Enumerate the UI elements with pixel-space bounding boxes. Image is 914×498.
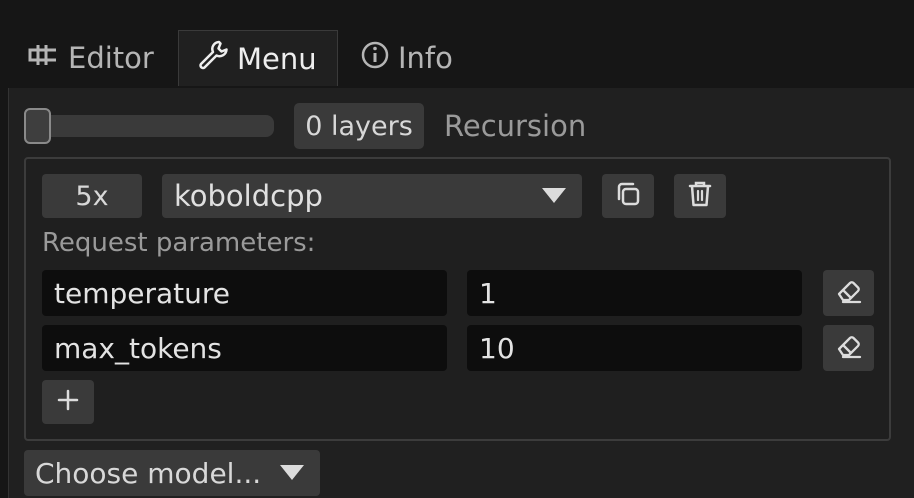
tab-menu-label: Menu	[237, 41, 317, 76]
repeat-count-input[interactable]: 5x	[42, 174, 142, 218]
add-parameter-button[interactable]	[42, 380, 94, 424]
layers-count: 0 layers	[294, 103, 424, 149]
info-icon	[360, 40, 398, 77]
param-value-input[interactable]: 10	[467, 325, 802, 371]
model-select-value: koboldcpp	[174, 179, 323, 213]
editor-icon	[26, 41, 68, 76]
dropdown-arrow-icon	[542, 188, 566, 203]
clear-param-button[interactable]	[823, 270, 874, 316]
tab-editor[interactable]: Editor	[26, 30, 154, 86]
dropdown-arrow-icon	[280, 465, 304, 480]
trash-icon	[686, 179, 714, 213]
tab-info-label: Info	[398, 41, 453, 75]
eraser-icon	[834, 277, 864, 309]
clear-param-button[interactable]	[823, 325, 874, 371]
copy-icon	[613, 179, 643, 213]
duplicate-button[interactable]	[602, 174, 654, 218]
tab-info[interactable]: Info	[360, 30, 453, 86]
param-key-input[interactable]: temperature	[42, 270, 447, 316]
param-value-input[interactable]: 1	[467, 270, 802, 316]
recursion-slider[interactable]	[24, 115, 274, 137]
choose-model-label: Choose model...	[35, 456, 262, 490]
tab-editor-label: Editor	[68, 41, 154, 75]
app-root: Editor Menu Info 0 layers Recursion 5x k…	[0, 0, 914, 498]
wrench-icon	[197, 39, 237, 78]
choose-model-dropdown[interactable]: Choose model...	[24, 450, 320, 496]
tab-menu[interactable]: Menu	[178, 30, 338, 86]
delete-button[interactable]	[674, 174, 726, 218]
model-select[interactable]: koboldcpp	[162, 174, 582, 218]
tab-bar: Editor Menu Info	[0, 0, 914, 88]
plus-icon	[56, 388, 80, 416]
param-key-input[interactable]: max_tokens	[42, 325, 447, 371]
recursion-slider-thumb[interactable]	[24, 108, 51, 144]
recursion-label: Recursion	[444, 109, 587, 143]
eraser-icon	[834, 332, 864, 364]
panel-divider	[8, 88, 9, 498]
request-parameters-label: Request parameters:	[42, 228, 316, 258]
